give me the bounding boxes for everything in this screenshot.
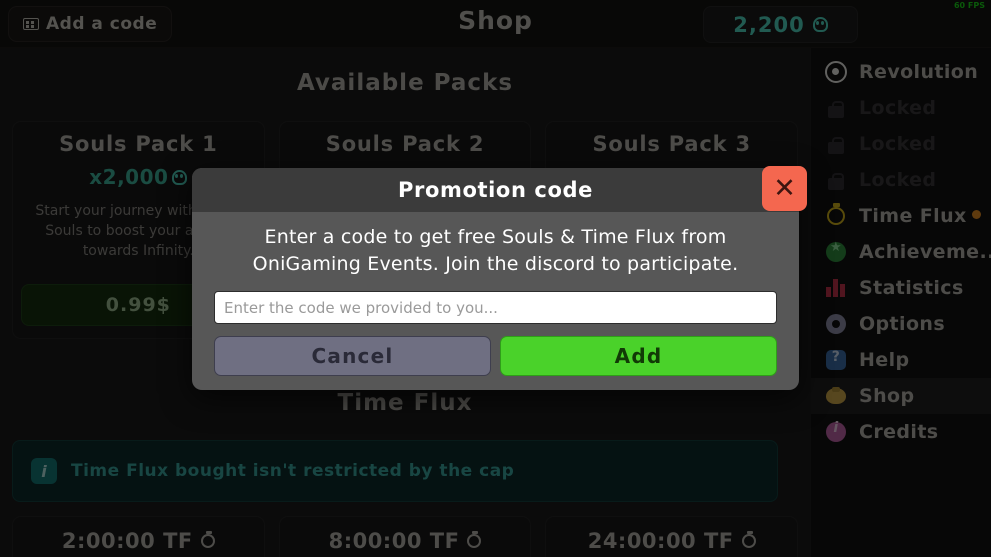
sidebar-item-revolution[interactable]: Revolution xyxy=(811,54,991,90)
stopwatch-icon xyxy=(200,531,215,548)
sidebar-item-label: Options xyxy=(859,313,946,335)
sidebar-item-achievements[interactable]: Achieveme... xyxy=(811,234,991,270)
timeflux-card-name: 2:00:00 TF xyxy=(62,529,215,553)
promo-code-input[interactable] xyxy=(214,291,777,324)
sidebar-item-options[interactable]: Options xyxy=(811,306,991,342)
gear-icon xyxy=(826,314,846,334)
close-icon[interactable]: ✕ xyxy=(762,166,807,211)
sidebar-item-credits[interactable]: Credits xyxy=(811,414,991,450)
statistics-icon xyxy=(826,279,846,297)
fps-counter: 60 FPS xyxy=(953,1,985,10)
promotion-code-dialog: Promotion code ✕ Enter a code to get fre… xyxy=(192,166,807,392)
lock-icon xyxy=(828,172,844,190)
achievement-icon xyxy=(826,240,846,262)
credits-icon xyxy=(826,420,846,442)
souls-counter[interactable]: 2,200 xyxy=(703,6,858,43)
moneybag-icon xyxy=(826,387,846,404)
lock-icon xyxy=(828,136,844,154)
timeflux-label: 2:00:00 TF xyxy=(61,529,193,553)
sidebar-item-label: Statistics xyxy=(859,277,964,299)
souls-value: 2,200 xyxy=(733,12,805,37)
dialog-actions: Cancel Add xyxy=(214,336,777,376)
timeflux-row: 2:00:00 TF 8:00:00 TF 24:00:00 TF xyxy=(12,516,799,557)
sidebar: Revolution Locked Locked Locked Time Flu… xyxy=(810,48,991,557)
add-button[interactable]: Add xyxy=(500,336,777,376)
dialog-body: Enter a code to get free Souls & Time Fl… xyxy=(192,212,799,392)
dialog-title: Promotion code xyxy=(398,178,593,202)
sidebar-item-label: Locked xyxy=(859,97,937,119)
sidebar-item-label: Achieveme... xyxy=(859,241,991,263)
sidebar-item-help[interactable]: Help xyxy=(811,342,991,378)
lock-icon xyxy=(828,100,844,118)
cancel-button[interactable]: Cancel xyxy=(214,336,491,376)
sidebar-item-locked-3: Locked xyxy=(811,162,991,198)
sidebar-item-label: Time Flux xyxy=(859,205,967,227)
time-flux-heading: Time Flux xyxy=(337,390,473,416)
sidebar-item-label: Credits xyxy=(859,421,939,443)
sidebar-item-label: Revolution xyxy=(859,61,979,83)
sidebar-item-label: Locked xyxy=(859,133,937,155)
sidebar-item-label: Help xyxy=(859,349,910,371)
revolution-icon xyxy=(825,61,847,83)
stopwatch-icon xyxy=(467,531,482,548)
available-packs-heading: Available Packs xyxy=(296,70,514,96)
dialog-description: Enter a code to get free Souls & Time Fl… xyxy=(252,226,739,275)
sidebar-item-time-flux[interactable]: Time Flux xyxy=(811,198,991,234)
skull-icon xyxy=(172,169,188,185)
sidebar-item-shop[interactable]: Shop xyxy=(811,378,991,414)
timeflux-card-name: 24:00:00 TF xyxy=(588,529,756,553)
sidebar-item-label: Locked xyxy=(859,169,937,191)
sidebar-item-statistics[interactable]: Statistics xyxy=(811,270,991,306)
notification-badge xyxy=(972,210,981,219)
timeflux-card[interactable]: 24:00:00 TF xyxy=(545,516,799,557)
pack-amount-value: x2,000 xyxy=(89,165,169,189)
pack-amount: x2,000 xyxy=(89,165,188,189)
stopwatch-icon xyxy=(741,531,756,548)
timeflux-label: 24:00:00 TF xyxy=(587,529,734,553)
info-banner: i Time Flux bought isn't restricted by t… xyxy=(12,440,778,502)
sidebar-item-locked-2: Locked xyxy=(811,126,991,162)
top-bar: Add a code Shop 2,200 60 FPS xyxy=(0,0,991,48)
info-icon: i xyxy=(31,458,57,484)
pack-name: Souls Pack 1 xyxy=(59,132,218,156)
timeflux-card-name: 8:00:00 TF xyxy=(329,529,482,553)
sidebar-item-locked-1: Locked xyxy=(811,90,991,126)
info-banner-text: Time Flux bought isn't restricted by the… xyxy=(71,461,515,481)
dialog-header: Promotion code ✕ xyxy=(192,166,807,212)
timeflux-card[interactable]: 8:00:00 TF xyxy=(278,516,532,557)
skull-icon xyxy=(812,17,828,32)
game-screen: Add a code Shop 2,200 60 FPS Available P… xyxy=(0,0,991,557)
stopwatch-icon xyxy=(827,203,845,225)
pack-name: Souls Pack 2 xyxy=(325,132,485,156)
timeflux-label: 8:00:00 TF xyxy=(328,529,460,553)
sidebar-item-label: Shop xyxy=(859,385,915,407)
help-icon xyxy=(826,349,846,370)
timeflux-card[interactable]: 2:00:00 TF xyxy=(12,516,265,557)
pack-name: Souls Pack 3 xyxy=(592,132,751,156)
